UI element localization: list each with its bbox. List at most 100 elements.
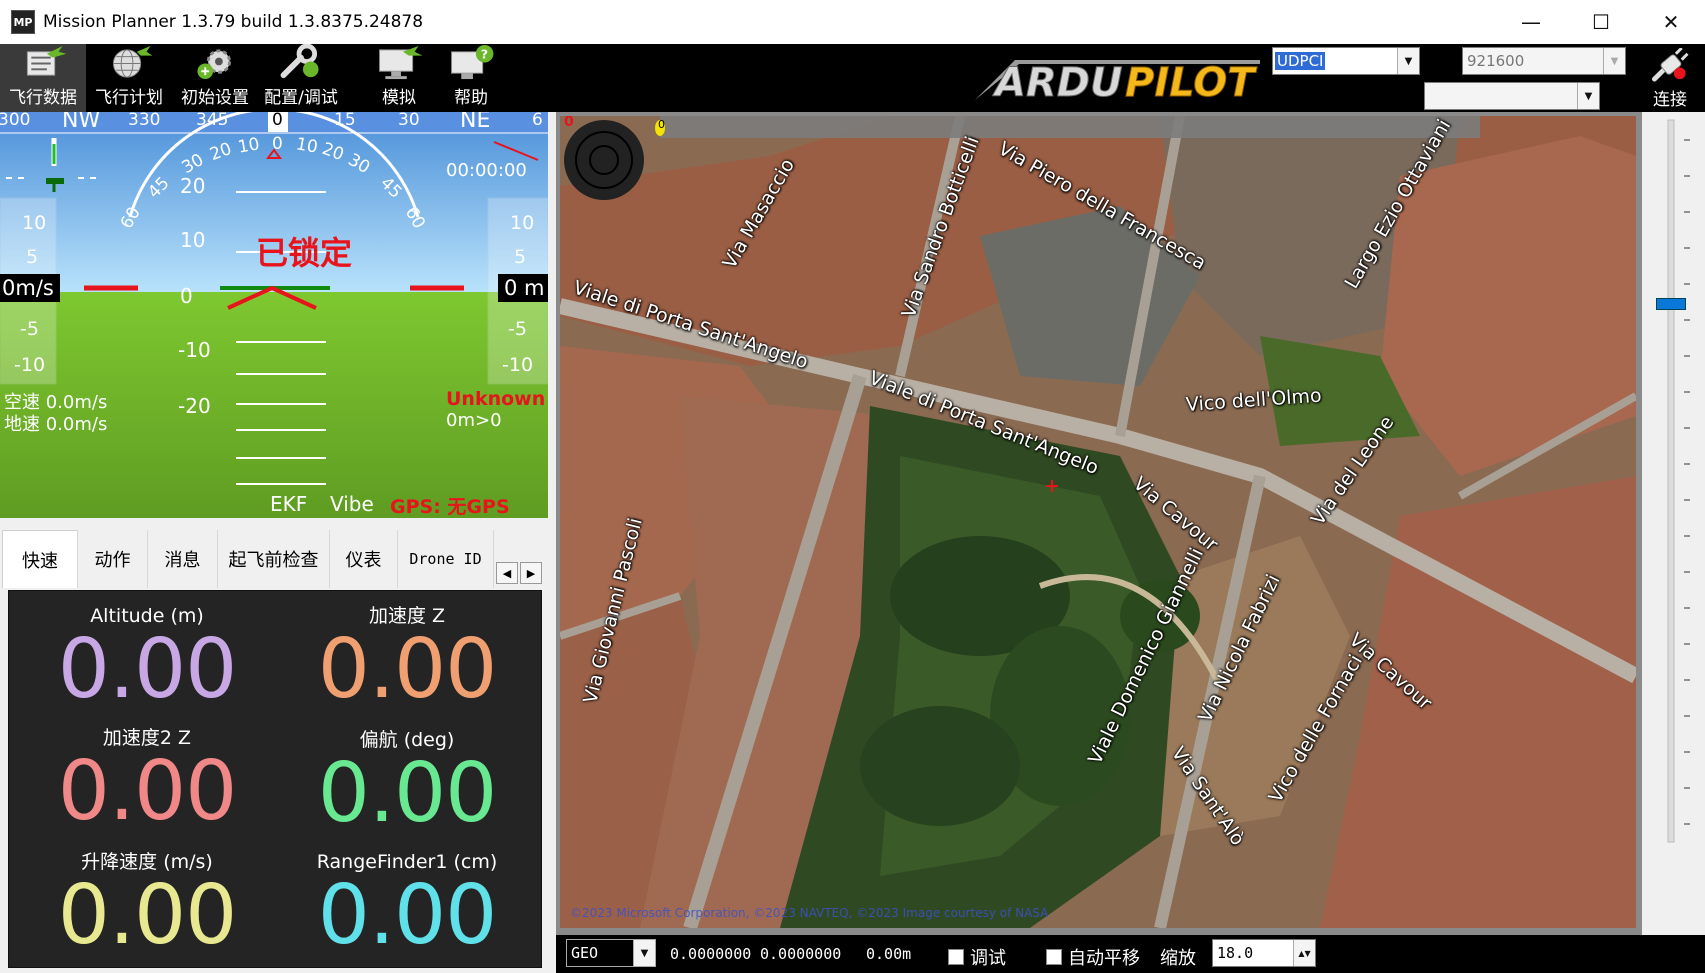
speed-tape-label: 10 (22, 212, 47, 234)
coord-system-select[interactable]: GEO ▼ (566, 939, 656, 967)
svg-text:?: ? (481, 47, 488, 62)
baud-value: 921600 (1467, 52, 1525, 70)
roll-label: 10 (236, 134, 262, 158)
window-title: Mission Planner 1.3.79 build 1.3.8375.24… (43, 12, 424, 32)
stepper-icon[interactable]: ▲▼ (1293, 940, 1315, 966)
quick-item-accel2-z[interactable]: 加速度2 Z 0.00 (17, 725, 277, 833)
flight-data-button[interactable]: 飞行数据 (0, 44, 86, 112)
zoom-slider-thumb[interactable] (1656, 298, 1686, 310)
zoom-slider[interactable] (1642, 112, 1705, 935)
zoom-input[interactable]: 18.0 ▲▼ (1212, 939, 1316, 967)
tab-preflight[interactable]: 起飞前检查 (218, 530, 330, 588)
heading-value: 0 (272, 112, 283, 130)
port-select[interactable]: UDPCI ▼ (1272, 47, 1420, 75)
coord-system-value: GEO (571, 944, 599, 962)
initial-setup-button[interactable]: 初始设置 (172, 44, 258, 112)
quick-value: 0.00 (317, 746, 498, 841)
latitude-readout: 0.0000000 (670, 945, 752, 963)
flight-plan-button[interactable]: 飞行计划 (86, 44, 172, 112)
flight-data-icon (26, 45, 67, 76)
simulation-icon (379, 45, 423, 80)
simulation-label: 模拟 (382, 88, 416, 108)
chevron-down-icon[interactable]: ▼ (1397, 48, 1419, 74)
maximize-button[interactable]: ☐ (1567, 0, 1635, 44)
tab-panel: 快速 动作 消息 起飞前检查 仪表 Drone ID ◀ ▶ Altitude … (0, 518, 548, 973)
roll-label: 0 (272, 134, 283, 154)
debug-checkbox[interactable] (948, 949, 964, 965)
map-credits: ©2023 Microsoft Corporation, ©2023 NAVTE… (570, 906, 1049, 920)
svg-text:ARDU: ARDU (992, 60, 1122, 106)
vibe-indicator[interactable]: Vibe (330, 492, 374, 516)
heading-300: 300 (0, 112, 31, 130)
title-bar: MP Mission Planner 1.3.79 build 1.3.8375… (0, 0, 1705, 44)
flight-mode: Unknown (446, 388, 546, 410)
port-value: UDPCI (1275, 52, 1326, 70)
flight-plan-label: 飞行计划 (95, 88, 163, 108)
quick-view-panel: Altitude (m) 0.00 加速度 Z 0.00 加速度2 Z 0.00… (8, 590, 542, 968)
help-button[interactable]: ? 帮助 (428, 44, 514, 112)
heading-ne: NE (460, 112, 491, 133)
quick-item-rangefinder[interactable]: RangeFinder1 (cm) 0.00 (277, 849, 537, 957)
quick-item-climb-rate[interactable]: 升降速度 (m/s) 0.00 (17, 849, 277, 957)
map-overlay-value: 0 (658, 118, 665, 131)
chevron-down-icon[interactable]: ▼ (1603, 48, 1625, 74)
help-label: 帮助 (454, 88, 488, 108)
initial-setup-icon (197, 49, 232, 80)
autopan-label: 自动平移 (1068, 948, 1140, 969)
pitch-label: 0 (180, 284, 193, 308)
connect-button[interactable]: 连接 (1640, 48, 1700, 112)
chevron-down-icon[interactable]: ▼ (633, 940, 655, 966)
quick-item-accel-z[interactable]: 加速度 Z 0.00 (277, 603, 537, 711)
flight-plan-icon (112, 45, 153, 78)
quick-item-yaw[interactable]: 偏航 (deg) 0.00 (277, 727, 537, 835)
flight-data-label: 飞行数据 (9, 88, 77, 108)
quick-value: 0.00 (57, 622, 238, 717)
satellite-map[interactable]: 0 0 Via Piero della Francesca Largo Ezio… (560, 116, 1636, 928)
pitch-label: 20 (180, 174, 206, 198)
map-overlay-value: 0 (564, 116, 574, 130)
tab-messages[interactable]: 消息 (148, 530, 218, 588)
roll-label: 10 (294, 134, 320, 158)
map-status-bar: GEO ▼ 0.0000000 0.0000000 0.00m 调试 自动平移 … (556, 935, 1705, 973)
connection-options-select[interactable]: ▼ (1424, 82, 1600, 110)
heading-30: 30 (398, 112, 420, 130)
hud: 300 NW 330 345 0 15 30 NE 6 00:00:00 60 … (0, 112, 548, 518)
tab-drone-id[interactable]: Drone ID (398, 530, 494, 588)
groundspeed-text: 地速 0.0m/s (4, 414, 108, 435)
initial-setup-label: 初始设置 (181, 88, 249, 108)
app-icon: MP (11, 10, 35, 34)
heading-345: 345 (196, 112, 229, 130)
config-tuning-label: 配置/调试 (264, 88, 338, 108)
speed-tape-label: -5 (20, 318, 39, 340)
autopan-checkbox[interactable] (1046, 949, 1062, 965)
alt-tape-label: -5 (508, 318, 527, 340)
config-tuning-button[interactable]: 配置/调试 (258, 44, 344, 112)
longitude-readout: 0.0000000 (760, 945, 842, 963)
debug-label: 调试 (970, 948, 1006, 969)
pitch-label: 10 (180, 228, 206, 252)
tab-actions[interactable]: 动作 (78, 530, 148, 588)
quick-item-altitude[interactable]: Altitude (m) 0.00 (17, 603, 277, 711)
altitude-readout: 0.00m (866, 945, 912, 963)
zoom-label: 缩放 (1160, 948, 1196, 969)
alt-tape-label: -10 (502, 354, 534, 376)
gps-status[interactable]: GPS: 无GPS (390, 492, 510, 518)
help-icon: ? (451, 44, 494, 80)
quick-value: 0.00 (317, 622, 498, 717)
tab-scroll-left-icon[interactable]: ◀ (496, 562, 518, 584)
speed-tape-label: 5 (26, 246, 39, 268)
minimize-button[interactable]: — (1497, 0, 1565, 44)
heading-330: 330 (128, 112, 161, 130)
tab-gauges[interactable]: 仪表 (330, 530, 398, 588)
tab-scroll-right-icon[interactable]: ▶ (520, 562, 542, 584)
speed-readout: 0m/s (2, 276, 54, 300)
baud-select[interactable]: 921600 ▼ (1462, 47, 1626, 75)
quick-value: 0.00 (57, 868, 238, 963)
quick-value: 0.00 (57, 744, 238, 839)
heading-nw: NW (62, 112, 101, 133)
close-button[interactable]: ✕ (1637, 0, 1705, 44)
chevron-down-icon[interactable]: ▼ (1577, 83, 1599, 109)
tab-quick[interactable]: 快速 (2, 530, 78, 588)
ekf-indicator[interactable]: EKF (270, 492, 307, 516)
map-container: 0 0 Via Piero della Francesca Largo Ezio… (556, 112, 1705, 935)
